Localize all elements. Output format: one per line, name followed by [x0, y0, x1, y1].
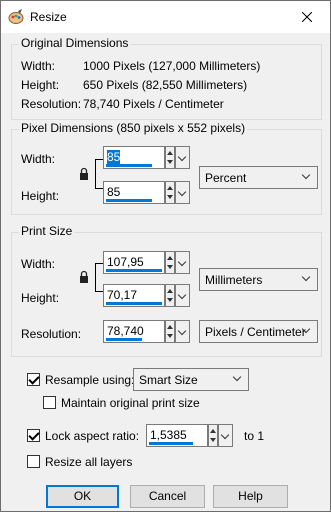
pixel-height-input[interactable]: 85: [103, 181, 165, 204]
original-dimensions-title: Original Dimensions: [19, 36, 131, 50]
original-width-value: 1000 Pixels (127,000 Millimeters): [83, 59, 261, 73]
print-height-input[interactable]: 70,17: [103, 284, 165, 307]
resolution-input[interactable]: 78,740: [103, 320, 165, 343]
resolution-value: 78,740: [107, 324, 144, 338]
resize-all-layers-checkbox[interactable]: [27, 455, 40, 468]
print-resolution-label: Resolution:: [21, 327, 82, 341]
print-unit-value: Millimeters: [205, 273, 263, 287]
spin-down-icon: [167, 298, 173, 302]
original-height-value: 650 Pixels (82,550 Millimeters): [83, 78, 248, 92]
print-width-spinner[interactable]: [165, 251, 175, 274]
window-title: Resize: [30, 10, 67, 24]
pixel-unit-value: Percent: [205, 171, 247, 185]
pixel-width-dropdown-button[interactable]: [175, 146, 190, 169]
close-button[interactable]: [284, 1, 330, 33]
original-dimensions-group: Original Dimensions Width: 1000 Pixels (…: [11, 36, 322, 120]
title-bar: Resize: [1, 1, 330, 33]
print-width-input[interactable]: 107,95: [103, 251, 165, 274]
resolution-unit-value: Pixels / Centimeter: [205, 325, 306, 339]
chevron-down-icon: [301, 272, 311, 282]
maintain-print-size-checkbox[interactable]: [43, 396, 56, 409]
print-height-value: 70,17: [107, 288, 138, 302]
resample-method-value: Smart Size: [139, 373, 198, 387]
pixel-width-label: Width:: [21, 152, 56, 166]
aspect-ratio-slider-bar: [149, 442, 193, 445]
padlock-icon[interactable]: [79, 167, 89, 181]
chevron-down-icon: [301, 170, 311, 180]
resolution-slider-bar: [106, 338, 142, 341]
print-link-bracket: [95, 263, 103, 292]
resize-dialog: Resize Original Dimensions Width: 1000 P…: [0, 0, 331, 512]
print-height-spinner[interactable]: [165, 284, 175, 307]
aspect-ratio-dropdown-button[interactable]: [218, 424, 233, 447]
cancel-button[interactable]: Cancel: [130, 485, 205, 508]
resize-all-layers-label: Resize all layers: [45, 455, 133, 469]
resolution-spinner[interactable]: [165, 320, 175, 343]
spin-up-icon: [167, 325, 173, 329]
pixel-height-dropdown-button[interactable]: [175, 181, 190, 204]
resolution-dropdown-button[interactable]: [175, 320, 190, 343]
aspect-ratio-spinner[interactable]: [208, 424, 218, 447]
lock-aspect-label: Lock aspect ratio:: [45, 429, 140, 443]
lock-aspect-checkbox[interactable]: [27, 429, 40, 442]
print-width-slider-bar: [106, 269, 162, 272]
original-resolution-value: 78,740 Pixels / Centimeter: [83, 97, 224, 111]
spin-down-icon: [167, 265, 173, 269]
pixel-link-bracket: [95, 159, 103, 189]
pixel-height-slider-bar: [106, 199, 152, 202]
help-button[interactable]: Help: [213, 485, 288, 508]
print-height-label: Height:: [21, 291, 60, 305]
print-width-label: Width:: [21, 257, 56, 271]
spin-up-icon: [167, 256, 173, 260]
print-width-value: 107,95: [107, 255, 144, 269]
print-height-dropdown-button[interactable]: [175, 284, 190, 307]
aspect-ratio-input[interactable]: 1,5385: [146, 424, 208, 447]
spin-up-icon: [210, 429, 216, 433]
resolution-unit-select[interactable]: Pixels / Centimeter: [199, 320, 318, 343]
pixel-width-value: 85: [107, 150, 121, 164]
pixel-width-slider-bar: [106, 164, 152, 167]
spin-down-icon: [167, 160, 173, 164]
spin-down-icon: [167, 195, 173, 199]
ok-button[interactable]: OK: [46, 485, 119, 508]
pixel-unit-select[interactable]: Percent: [199, 166, 318, 189]
spin-up-icon: [167, 186, 173, 190]
app-icon: [8, 9, 24, 24]
resample-label: Resample using:: [45, 373, 135, 387]
pixel-height-value: 85: [107, 185, 121, 199]
print-height-slider-bar: [106, 302, 162, 305]
print-size-title: Print Size: [19, 224, 75, 238]
spin-up-icon: [167, 289, 173, 293]
spin-up-icon: [167, 151, 173, 155]
print-unit-select[interactable]: Millimeters: [199, 268, 318, 291]
pixel-height-label: Height:: [21, 189, 60, 203]
pixel-width-spinner[interactable]: [165, 146, 175, 169]
original-width-label: Width:: [21, 59, 56, 73]
spin-down-icon: [167, 334, 173, 338]
maintain-print-size-label: Maintain original print size: [61, 396, 200, 410]
close-icon: [302, 12, 312, 22]
chevron-down-icon: [232, 372, 242, 382]
resample-method-select[interactable]: Smart Size: [133, 368, 249, 391]
original-height-label: Height:: [21, 78, 60, 92]
pixel-width-input[interactable]: 85: [103, 146, 165, 169]
original-resolution-label: Resolution:: [21, 97, 82, 111]
resample-checkbox[interactable]: [27, 373, 40, 386]
padlock-icon[interactable]: [79, 270, 89, 284]
pixel-height-spinner[interactable]: [165, 181, 175, 204]
print-width-dropdown-button[interactable]: [175, 251, 190, 274]
aspect-ratio-value: 1,5385: [150, 428, 187, 442]
spin-down-icon: [210, 438, 216, 442]
aspect-ratio-suffix: to 1: [244, 429, 265, 443]
pixel-dimensions-title: Pixel Dimensions (850 pixels x 552 pixel…: [19, 121, 248, 135]
